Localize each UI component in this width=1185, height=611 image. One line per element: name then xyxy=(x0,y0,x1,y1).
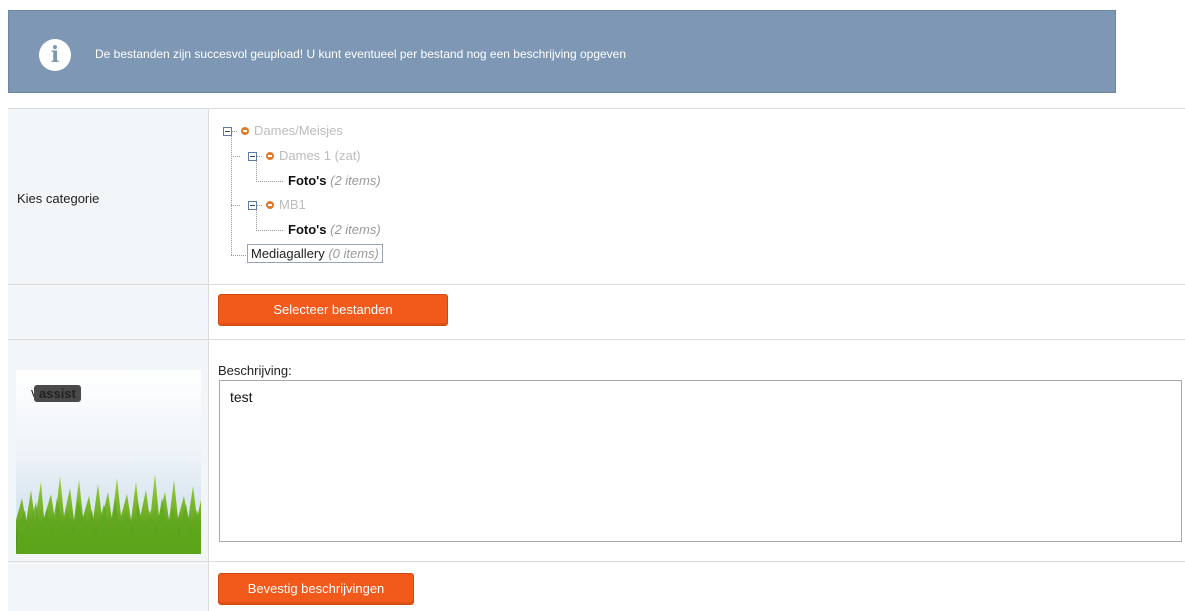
uploaded-image-thumbnail: voetbalassist xyxy=(16,370,201,554)
folder-name: Mediagallery xyxy=(251,246,325,261)
tree-node-mb1-fotos[interactable]: Foto's (2 items) xyxy=(288,222,381,237)
upload-success-notice: i De bestanden zijn succesvol geupload! … xyxy=(8,10,1116,93)
folder-count: (0 items) xyxy=(328,246,379,261)
tree-node-dames-meisjes[interactable]: Dames/Meisjes xyxy=(254,123,343,138)
tree-node-mediagallery[interactable]: Mediagallery (0 items) xyxy=(247,244,383,263)
tree-node-dames-1[interactable]: Dames 1 (zat) xyxy=(279,148,361,163)
collapse-toggle-dames-1[interactable] xyxy=(248,152,257,161)
category-row: Kies categorie Dames/Meisjes Dames 1 (za… xyxy=(8,108,1185,284)
category-label: Kies categorie xyxy=(17,191,100,206)
grass-graphic xyxy=(16,474,201,554)
select-files-row: Selecteer bestanden xyxy=(8,284,1185,339)
folder-count: (2 items) xyxy=(330,173,381,188)
tree-node-mb1[interactable]: MB1 xyxy=(279,197,306,212)
collapse-toggle-dames-meisjes[interactable] xyxy=(223,127,232,136)
category-node-icon xyxy=(266,152,274,160)
file-description-row: voetbalassist Beschrijving: test xyxy=(8,339,1185,561)
tree-node-dames-1-fotos[interactable]: Foto's (2 items) xyxy=(288,173,381,188)
notice-message: De bestanden zijn succesvol geupload! U … xyxy=(95,47,627,61)
select-files-button[interactable]: Selecteer bestanden xyxy=(218,294,448,326)
folder-count: (2 items) xyxy=(330,222,381,237)
folder-name: Foto's xyxy=(288,222,327,237)
category-tree: Dames/Meisjes Dames 1 (zat) Foto's (2 it… xyxy=(209,109,609,285)
confirm-descriptions-button[interactable]: Bevestig beschrijvingen xyxy=(218,573,414,605)
confirm-row: Bevestig beschrijvingen xyxy=(8,561,1185,611)
info-icon: i xyxy=(39,39,71,71)
description-label: Beschrijving: xyxy=(218,363,292,378)
category-node-icon xyxy=(266,201,274,209)
folder-name: Foto's xyxy=(288,173,327,188)
description-textarea[interactable]: test xyxy=(219,380,1182,542)
collapse-toggle-mb1[interactable] xyxy=(248,201,257,210)
category-node-icon xyxy=(241,127,249,135)
